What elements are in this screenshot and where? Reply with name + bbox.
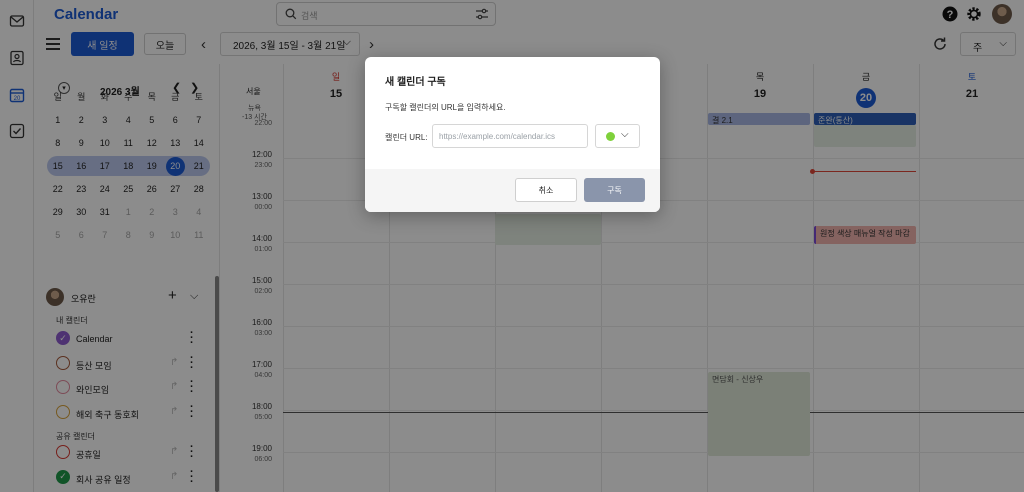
chevron-down-icon: ⌵ <box>621 129 629 140</box>
color-swatch <box>606 132 615 141</box>
subscribe-calendar-dialog: 새 캘린더 구독 구독할 캘린더의 URL을 입력하세요. 캘린더 URL: ⌵… <box>365 57 660 212</box>
cancel-button[interactable]: 취소 <box>515 178 577 202</box>
calendar-url-label: 캘린더 URL: <box>385 133 428 142</box>
calendar-url-input[interactable] <box>432 124 588 148</box>
color-picker-button[interactable]: ⌵ <box>595 124 640 148</box>
dialog-title: 새 캘린더 구독 <box>385 77 446 88</box>
subscribe-button[interactable]: 구독 <box>584 178 645 202</box>
dialog-description: 구독할 캘린더의 URL을 입력하세요. <box>385 103 506 112</box>
